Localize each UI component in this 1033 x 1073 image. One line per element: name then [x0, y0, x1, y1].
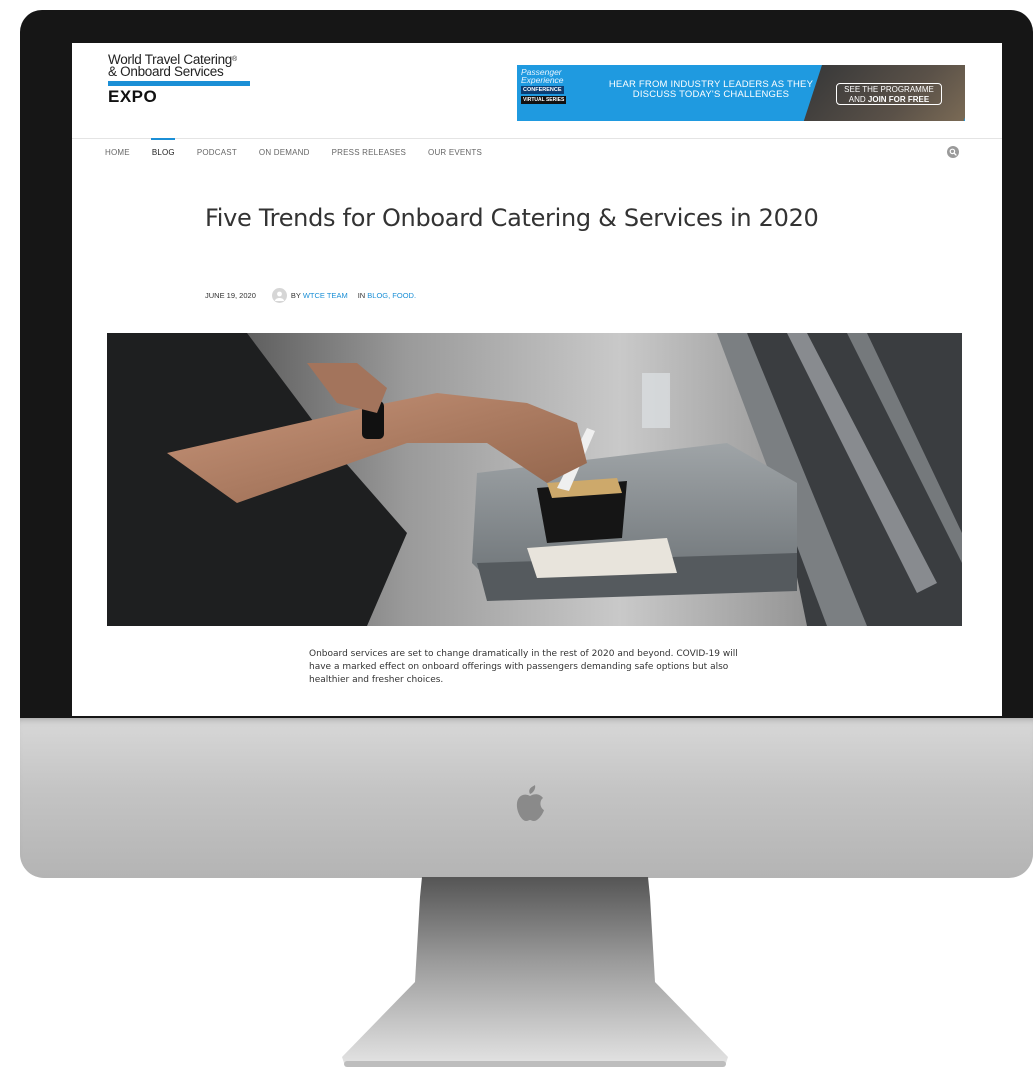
nav-item-press-releases[interactable]: PRESS RELEASES	[332, 148, 406, 157]
banner-message-line-2: DISCUSS TODAY'S CHALLENGES	[632, 89, 790, 100]
banner-message: HEAR FROM INDUSTRY LEADERS AS THEY DISCU…	[595, 80, 827, 100]
author-byline: BY WTCE TEAM	[290, 291, 348, 300]
user-icon	[274, 291, 284, 301]
article-categories: IN BLOG, FOOD.	[357, 291, 417, 300]
ad-banner[interactable]: Passenger Experience CONFERENCE VIRTUAL …	[517, 65, 965, 121]
search-icon[interactable]	[947, 146, 959, 158]
article-body: Onboard services are set to change drama…	[309, 648, 751, 697]
nav-item-podcast[interactable]: PODCAST	[197, 148, 237, 157]
site-logo[interactable]: World Travel Catering® & Onboard Service…	[108, 53, 250, 107]
author-link[interactable]: WTCE TEAM	[303, 291, 348, 300]
article-meta: JUNE 19, 2020 BY WTCE TEAM IN BLOG, FOOD…	[205, 288, 416, 303]
apple-logo-icon	[516, 785, 544, 821]
nav-item-blog[interactable]: BLOG	[150, 138, 175, 157]
category-link[interactable]: BLOG, FOOD.	[367, 291, 416, 300]
nav-divider	[72, 138, 1002, 139]
logo-line-2: & Onboard Services	[108, 64, 224, 79]
browser-screen: World Travel Catering® & Onboard Service…	[72, 43, 1002, 716]
main-nav: HOME BLOG PODCAST ON DEMAND PRESS RELEAS…	[105, 138, 504, 157]
monitor-stand	[342, 877, 728, 1067]
banner-cta-line-1: SEE THE PROGRAMME	[844, 85, 934, 94]
banner-brand-line-2: Experience	[521, 75, 564, 85]
nav-item-our-events[interactable]: OUR EVENTS	[428, 148, 482, 157]
nav-item-on-demand[interactable]: ON DEMAND	[259, 148, 310, 157]
article-title: Five Trends for Onboard Catering & Servi…	[205, 204, 819, 232]
banner-conference-badge: CONFERENCE	[521, 86, 564, 94]
banner-cta-button[interactable]: SEE THE PROGRAMME AND JOIN FOR FREE	[836, 83, 942, 105]
logo-bar	[108, 81, 250, 86]
banner-brand: Passenger Experience CONFERENCE VIRTUAL …	[521, 68, 583, 104]
banner-cta-line-2: AND JOIN FOR FREE	[848, 95, 930, 104]
article-paragraph: Onboard services are set to change drama…	[309, 649, 738, 685]
banner-series-badge: VIRTUAL SERIES	[521, 96, 567, 104]
author-avatar	[271, 288, 287, 303]
nav-item-home[interactable]: HOME	[105, 148, 130, 157]
article-date: JUNE 19, 2020	[205, 291, 256, 300]
hero-image	[107, 333, 962, 626]
logo-line-3: EXPO	[108, 87, 158, 106]
